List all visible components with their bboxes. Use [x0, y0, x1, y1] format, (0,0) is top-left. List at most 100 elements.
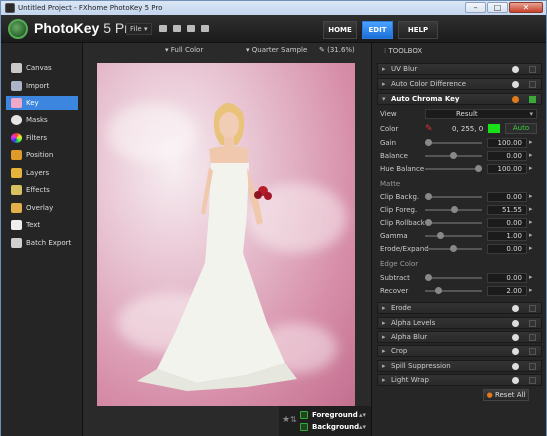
open-project-icon[interactable] [173, 25, 181, 32]
enable-checkbox[interactable] [529, 377, 536, 384]
gear-icon[interactable] [512, 334, 519, 341]
enable-checkbox[interactable] [529, 334, 536, 341]
subtract-value[interactable]: 0.00 [487, 273, 527, 283]
gear-icon[interactable] [512, 348, 519, 355]
position-icon [11, 150, 22, 160]
enable-checkbox[interactable] [529, 348, 536, 355]
color-mode-select[interactable]: ▾ Full Color [165, 46, 203, 54]
panel-alpha-levels[interactable]: ▸ Alpha Levels [377, 317, 542, 329]
app-icon [5, 3, 15, 13]
subtract-row: Subtract 0.00 ▸ [380, 273, 533, 283]
save-project-icon[interactable] [187, 25, 195, 32]
gear-icon[interactable] [512, 96, 519, 103]
layer-background[interactable]: Background ▴▾ [279, 422, 371, 433]
layer-foreground[interactable]: Foreground ▴▾ [279, 410, 371, 421]
sidebar-item-batch-export[interactable]: Batch Export [6, 236, 78, 250]
erode-expand-value[interactable]: 0.00 [487, 244, 527, 254]
panel-crop[interactable]: ▸ Crop [377, 345, 542, 357]
auto-button[interactable]: Auto [505, 123, 537, 134]
clip-foreg-slider[interactable] [425, 206, 482, 213]
sidebar-item-overlay[interactable]: Overlay [6, 201, 78, 215]
sidebar-item-label: Overlay [26, 204, 54, 212]
gear-icon[interactable] [512, 81, 519, 88]
minimize-button[interactable]: – [465, 2, 486, 13]
toolbox-title-text: TOOLBOX [388, 47, 423, 55]
sample-select[interactable]: ▾ Quarter Sample [246, 46, 307, 54]
sidebar-item-text[interactable]: Text [6, 218, 78, 232]
new-project-icon[interactable] [159, 25, 167, 32]
clip-rollback-value[interactable]: 0.00 [487, 218, 527, 228]
eyedropper-icon[interactable]: ✎ [425, 124, 433, 134]
sidebar-item-masks[interactable]: Masks [6, 113, 78, 127]
nav-help[interactable]: HELP [398, 21, 438, 39]
enable-checkbox[interactable] [529, 81, 536, 88]
enable-checkbox[interactable] [529, 96, 536, 103]
close-button[interactable]: ✕ [509, 2, 543, 13]
gear-icon[interactable] [512, 377, 519, 384]
sidebar-item-effects[interactable]: Effects [6, 183, 78, 197]
sidebar-item-position[interactable]: Position [6, 148, 78, 162]
panel-light-wrap[interactable]: ▸ Light Wrap [377, 374, 542, 386]
clip-backg-slider[interactable] [425, 193, 482, 200]
toolbox-title: ⁞ TOOLBOX [384, 47, 423, 55]
print-icon[interactable] [201, 25, 209, 32]
panel-auto-chroma-key[interactable]: ▾ Auto Chroma Key [377, 93, 542, 105]
panel-alpha-blur[interactable]: ▸ Alpha Blur [377, 331, 542, 343]
gear-icon[interactable] [512, 363, 519, 370]
gain-value[interactable]: 100.00 [487, 138, 527, 148]
panel-spill-suppression[interactable]: ▸ Spill Suppression [377, 360, 542, 372]
clip-foreg-value[interactable]: 51.55 [487, 205, 527, 215]
sidebar-item-canvas[interactable]: Canvas [6, 61, 78, 75]
hue-balance-slider[interactable] [425, 165, 482, 172]
gear-icon[interactable] [512, 66, 519, 73]
reset-all-button[interactable]: ● Reset All [483, 389, 529, 401]
subtract-slider[interactable] [425, 274, 482, 281]
gear-icon[interactable] [512, 305, 519, 312]
gamma-slider[interactable] [425, 232, 482, 239]
enable-checkbox[interactable] [529, 305, 536, 312]
panel-uv-blur[interactable]: ▸ UV Blur [377, 63, 542, 75]
balance-slider[interactable] [425, 152, 482, 159]
recover-slider[interactable] [425, 287, 482, 294]
maximize-button[interactable]: □ [487, 2, 508, 13]
enable-checkbox[interactable] [529, 363, 536, 370]
gamma-value[interactable]: 1.00 [487, 231, 527, 241]
sidebar-item-key[interactable]: Key [6, 96, 78, 110]
panel-erode[interactable]: ▸ Erode [377, 302, 542, 314]
sidebar-item-label: Position [26, 151, 54, 159]
nav-edit[interactable]: EDIT [362, 21, 393, 39]
photokey-logo [8, 19, 28, 39]
sidebar-item-label: Filters [26, 134, 47, 142]
enable-checkbox[interactable] [529, 66, 536, 73]
bride-figure [137, 103, 297, 391]
layer-order-arrows[interactable]: ▴▾ [359, 411, 366, 419]
sidebar-item-label: Canvas [26, 64, 52, 72]
brand-text: PhotoKey [34, 20, 100, 36]
sidebar-item-import[interactable]: Import [6, 79, 78, 93]
clip-backg-value[interactable]: 0.00 [487, 192, 527, 202]
zoom-select[interactable]: ✎ (31.6%) [319, 46, 355, 54]
view-select[interactable]: Result ▾ [425, 109, 537, 119]
panel-label: Spill Suppression [391, 362, 451, 370]
nav-home[interactable]: HOME [323, 21, 357, 39]
layer-order-arrows[interactable]: ▴▾ [359, 423, 366, 431]
erode-expand-slider[interactable] [425, 245, 482, 252]
gear-icon[interactable] [512, 320, 519, 327]
panel-auto-color-difference[interactable]: ▸ Auto Color Difference [377, 78, 542, 90]
color-mode-value: Full Color [170, 46, 204, 54]
gain-slider[interactable] [425, 139, 482, 146]
hue-balance-value[interactable]: 100.00 [487, 164, 527, 174]
clip-rollback-slider[interactable] [425, 219, 482, 226]
recover-value[interactable]: 2.00 [487, 286, 527, 296]
file-menu-label: File [130, 25, 142, 33]
composited-photo[interactable] [97, 63, 355, 406]
key-color-swatch[interactable] [487, 123, 501, 134]
balance-value[interactable]: 0.00 [487, 151, 527, 161]
sidebar-item-filters[interactable]: Filters [6, 131, 78, 145]
layer-foreground-checkbox[interactable] [300, 411, 308, 419]
layer-background-checkbox[interactable] [300, 423, 308, 431]
enable-checkbox[interactable] [529, 320, 536, 327]
filters-icon [11, 133, 22, 143]
sidebar-item-layers[interactable]: Layers [6, 166, 78, 180]
file-menu[interactable]: File ▾ [126, 23, 152, 35]
